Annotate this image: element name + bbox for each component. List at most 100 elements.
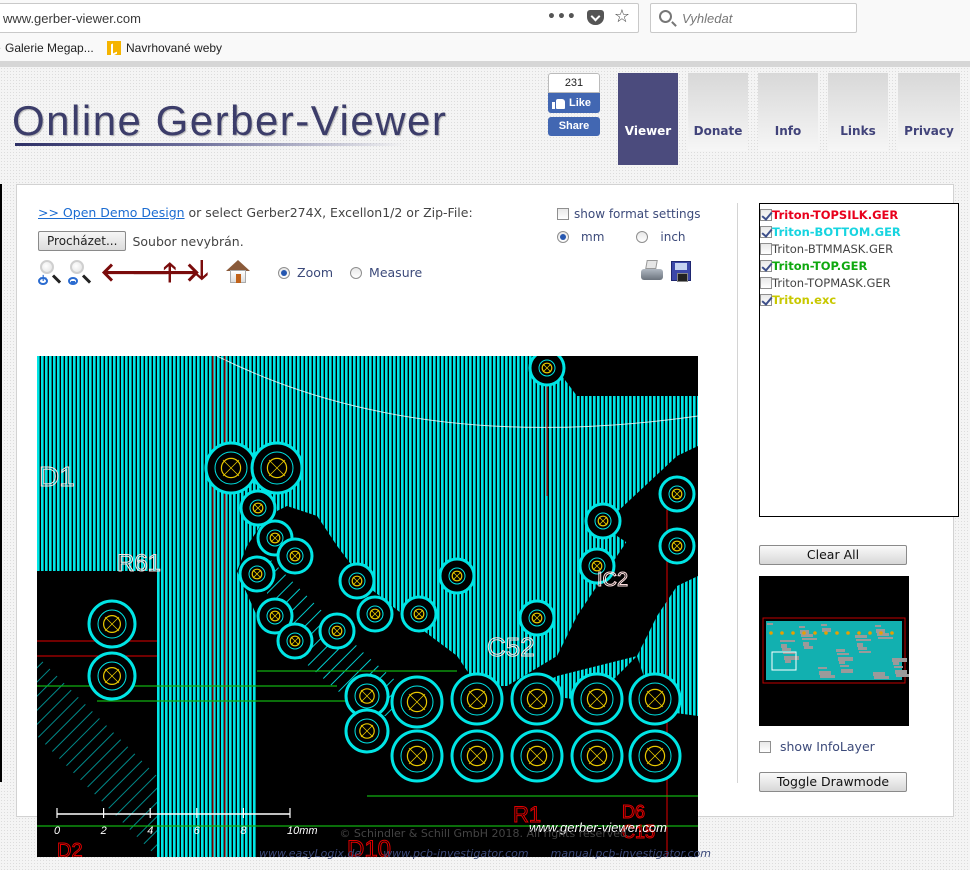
layer-list: Triton-TOPSILK.GER Triton-BOTTOM.GER Tri… [759, 203, 959, 517]
silk-label: IC2 [597, 569, 628, 591]
layer-checkbox[interactable] [760, 225, 772, 238]
zoom-in-button[interactable] [38, 260, 64, 286]
layer-item[interactable]: Triton-TOPSILK.GER [760, 206, 958, 223]
page-actions-icon[interactable]: ••• [547, 9, 577, 25]
arrow-down-icon[interactable]: 🡓 [195, 258, 209, 284]
minimap-trace [858, 647, 867, 650]
url-text[interactable]: www.gerber-viewer.com [3, 11, 141, 26]
minimap-drill [813, 631, 817, 635]
bookmark-label: Navrhované weby [126, 41, 223, 55]
browse-button[interactable]: Procházet... [38, 231, 127, 251]
bookmark-navrhovane[interactable]: Navrhované weby [107, 41, 222, 55]
layer-checkbox[interactable] [760, 276, 772, 289]
layer-item[interactable]: Triton-TOPMASK.GER [760, 274, 958, 291]
nav-tab-privacy[interactable]: Privacy [898, 73, 960, 151]
layer-checkbox[interactable] [760, 259, 772, 272]
minimap-drawing[interactable] [759, 576, 911, 726]
nav-tab-links[interactable]: Links [828, 73, 888, 151]
file-status: Soubor nevybrán. [132, 233, 244, 249]
minimap-trace [802, 638, 817, 640]
floppy-disk-icon[interactable] [671, 261, 691, 282]
zoom-in-icon [40, 260, 54, 274]
unit-mm-radio[interactable] [557, 231, 569, 243]
like-count: 231 [548, 73, 600, 93]
layer-checkbox[interactable] [760, 242, 772, 255]
browser-search-box[interactable]: Vyhledat [650, 3, 857, 33]
minimap-trace [836, 649, 845, 652]
show-infolayer-checkbox[interactable] [759, 740, 771, 753]
minimap-trace [784, 656, 799, 660]
layer-checkbox[interactable] [760, 293, 772, 306]
minimap-trace [841, 669, 853, 673]
board-overview-minimap[interactable] [759, 576, 911, 726]
minimap-trace [820, 675, 835, 678]
mode-zoom-label: Zoom [297, 265, 334, 280]
open-demo-link[interactable]: >> Open Demo Design [38, 205, 185, 220]
minimap-trace [781, 644, 787, 648]
facebook-like-button[interactable]: Like [548, 93, 600, 113]
layer-name: Triton-BTMMASK.GER [772, 241, 894, 256]
minimap-trace [837, 653, 849, 655]
unit-inch-radio[interactable] [636, 231, 649, 243]
minimap-trace [874, 676, 889, 679]
minimap-trace [892, 658, 907, 662]
layer-item[interactable]: Triton.exc [760, 291, 958, 308]
pocket-icon[interactable] [586, 9, 604, 25]
facebook-share-button[interactable]: Share [548, 117, 600, 136]
intro-text: or select Gerber274X, Excellon1/2 or Zip… [184, 205, 473, 220]
gerber-canvas[interactable]: D1 R61 C52 R1 D6 C15 D10 D2 IC2 0 2 4 6 8 10mm www.gerb… [37, 356, 698, 857]
bookmark-galerie[interactable]: e Galerie Megap... [0, 41, 94, 55]
mode-measure-radio[interactable] [350, 266, 363, 279]
minimap-trace [896, 674, 911, 677]
minimap-trace [875, 625, 881, 627]
pcb-drawing[interactable]: D1R61C52R1 D6C15D10D2IC20 2 4 6 8 10mm www.gerb… [37, 356, 698, 857]
layer-checkbox[interactable] [760, 208, 772, 221]
search-placeholder: Vyhledat [682, 11, 733, 26]
unit-inch-label: inch [660, 230, 686, 244]
mode-zoom-radio[interactable] [278, 266, 290, 279]
layer-item[interactable]: Triton-TOP.GER [760, 257, 958, 274]
minimap-trace [856, 639, 871, 641]
clear-all-button[interactable]: Clear All [759, 545, 907, 565]
footer-link-easylogix[interactable]: www.easyLogix.de [259, 847, 361, 860]
printer-icon[interactable] [641, 260, 663, 282]
minimap-trace [799, 626, 805, 628]
minimap-trace [819, 671, 831, 675]
layer-item[interactable]: Triton-BTMMASK.GER [760, 240, 958, 257]
minimap-drill [890, 631, 894, 635]
facebook-widget: 231 Like Share [548, 73, 600, 136]
home-icon[interactable] [226, 260, 250, 284]
minimap-trace [857, 643, 863, 647]
layer-name: Triton-TOP.GER [772, 258, 868, 273]
show-infolayer-toggle[interactable]: show InfoLayer [759, 739, 875, 754]
format-settings-checkbox[interactable] [557, 208, 569, 220]
address-bar[interactable]: www.gerber-viewer.com ••• ☆ [0, 3, 639, 33]
arrow-up-icon[interactable]: 🡑 [163, 260, 177, 286]
nav-tab-viewer[interactable]: Viewer [618, 73, 678, 165]
nav-tab-info[interactable]: Info [758, 73, 818, 151]
footer-copyright: © Schindler & Schill GmbH 2018. All righ… [339, 827, 631, 840]
silk-label: C52 [487, 632, 535, 662]
magnifier-handle [51, 274, 62, 284]
minimap-drill [879, 631, 883, 635]
format-settings-toggle[interactable]: show format settings [557, 207, 701, 221]
footer-link-pcb-investigator[interactable]: www.pcb-investigator.com [383, 847, 528, 860]
nav-tab-donate[interactable]: Donate [688, 73, 748, 151]
minimap-trace [873, 672, 885, 676]
layer-name: Triton-BOTTOM.GER [772, 224, 901, 239]
layer-name: Triton.exc [772, 292, 837, 307]
plus-badge [38, 273, 48, 285]
zoom-out-button[interactable] [68, 260, 94, 286]
site-logo[interactable]: Online Gerber-Viewer [12, 97, 447, 145]
layer-item[interactable]: Triton-BOTTOM.GER [760, 223, 958, 240]
minus-badge [68, 277, 78, 285]
toggle-drawmode-button[interactable]: Toggle Drawmode [759, 772, 907, 792]
minimap-drill [769, 631, 773, 635]
bookmark-star-icon[interactable]: ☆ [614, 8, 630, 26]
browser-toolbar: www.gerber-viewer.com ••• ☆ Vyhledat [0, 0, 970, 37]
minimap-trace [840, 665, 849, 667]
footer-link-manual[interactable]: manual.pcb-investigator.com [551, 847, 711, 860]
left-page-edge [0, 184, 2, 782]
logo-underline [15, 143, 405, 146]
bookmarks-bar: e Galerie Megap... Navrhované weby [0, 37, 970, 61]
